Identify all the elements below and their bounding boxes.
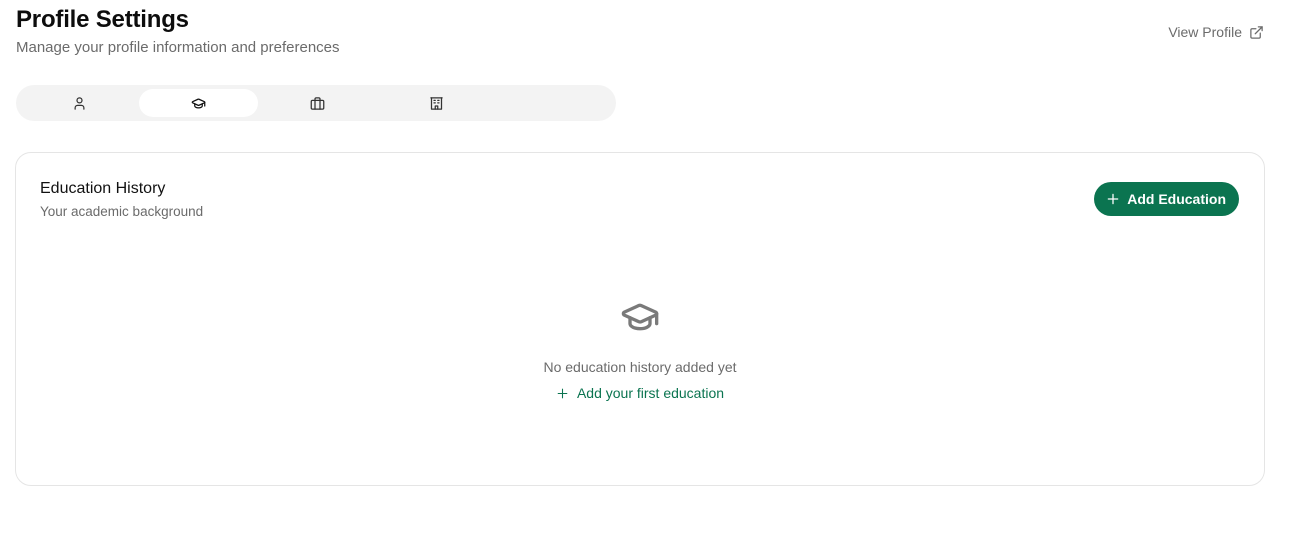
- tab-organization[interactable]: [377, 89, 496, 117]
- external-link-icon: [1250, 25, 1263, 39]
- tab-education[interactable]: [139, 89, 258, 117]
- graduation-cap-icon: [621, 303, 659, 331]
- view-profile-link[interactable]: View Profile: [1168, 24, 1264, 40]
- add-education-label: Add Education: [1127, 191, 1226, 207]
- add-first-education-label: Add your first education: [576, 385, 725, 401]
- briefcase-icon: [310, 96, 325, 110]
- user-icon: [74, 96, 85, 110]
- graduation-cap-icon: [191, 98, 206, 108]
- add-education-button[interactable]: Add Education: [1094, 182, 1239, 216]
- empty-state-action: Add your first education: [16, 385, 1264, 401]
- plus-icon: [1107, 193, 1119, 205]
- education-card: Education History Your academic backgrou…: [15, 152, 1265, 486]
- profile-tabs: [16, 85, 616, 121]
- tab-personal[interactable]: [20, 89, 139, 117]
- view-profile-label: View Profile: [1168, 24, 1242, 40]
- card-title: Education History: [40, 180, 166, 197]
- building-icon: [430, 96, 443, 110]
- add-first-education-link[interactable]: Add your first education: [556, 385, 724, 401]
- tab-experience[interactable]: [258, 89, 377, 117]
- card-subtitle: Your academic background: [40, 204, 204, 219]
- empty-state-text: No education history added yet: [543, 359, 737, 375]
- plus-icon: [557, 388, 568, 398]
- page-title: Profile Settings: [16, 6, 189, 33]
- page-subtitle: Manage your profile information and pref…: [16, 39, 340, 56]
